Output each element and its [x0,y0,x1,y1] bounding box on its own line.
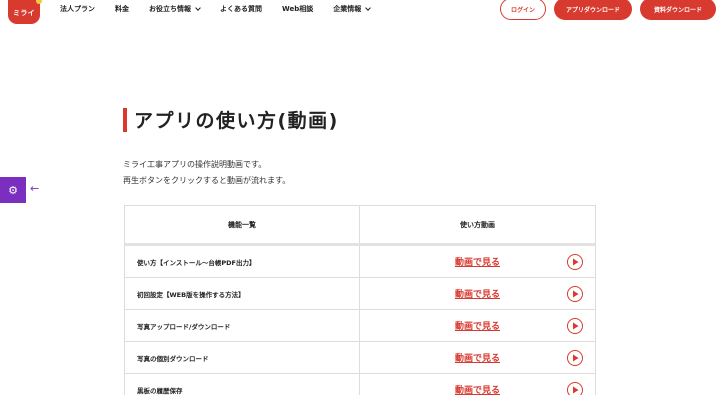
document-download-button[interactable]: 資料ダウンロード [640,0,716,20]
watch-video-link[interactable]: 動画で見る [455,319,500,332]
watch-video-link[interactable]: 動画で見る [455,383,500,395]
video-cell: 動画で見る [360,246,595,277]
gear-icon: ⚙ [8,183,18,197]
page-description: ミライ工事アプリの操作説明動画です。 再生ボタンをクリックすると動画が流れます。 [123,157,290,189]
description-line: 再生ボタンをクリックすると動画が流れます。 [123,176,291,185]
nav-item-pricing[interactable]: 料金 [115,4,129,14]
watch-video-link[interactable]: 動画で見る [455,255,500,268]
feature-name: 写真アップロード/ダウンロード [125,310,360,341]
video-table: 機能一覧 使い方動画 使い方【インストール～台帳PDF出力】 動画で見る 初回設… [124,205,596,395]
column-header-features: 機能一覧 [125,206,360,243]
column-header-videos: 使い方動画 [460,220,495,229]
play-icon[interactable] [567,254,583,270]
site-header: ミライ 法人プラン 料金 お役立ち情報 よくある質問 Web相談 企業情報 ログ… [0,0,720,24]
feature-name: 初回設定【WEB版を操作する方法】 [125,278,360,309]
video-cell: 動画で見る [360,310,595,341]
logo-accent-dot [36,0,42,4]
nav-item-company-info[interactable]: 企業情報 [333,4,372,14]
page-title: アプリの使い方(動画) [134,110,339,132]
watch-video-link[interactable]: 動画で見る [455,351,500,364]
video-cell: 動画で見る [360,374,595,395]
nav-item-faq[interactable]: よくある質問 [220,4,262,14]
feature-name: 黒板の履歴保存 [125,374,360,395]
table-row: 初回設定【WEB版を操作する方法】 動画で見る [125,278,595,310]
play-icon[interactable] [567,382,583,395]
chevron-down-icon [365,4,372,11]
play-icon[interactable] [567,350,583,366]
play-icon[interactable] [567,286,583,302]
video-cell: 動画で見る [360,278,595,309]
main-nav: 法人プラン 料金 お役立ち情報 よくある質問 Web相談 企業情報 [60,4,390,14]
video-cell: 動画で見る [360,342,595,373]
nav-item-corporate-plan[interactable]: 法人プラン [60,4,95,14]
arrow-left-icon[interactable]: ← [30,182,39,195]
logo[interactable]: ミライ [8,0,42,24]
table-row: 黒板の履歴保存 動画で見る [125,374,595,395]
login-button[interactable]: ログイン [500,0,546,20]
description-line: ミライ工事アプリの操作説明動画です。 [123,160,267,169]
chevron-down-icon [195,4,201,11]
table-row: 写真の個別ダウンロード 動画で見る [125,342,595,374]
feature-name: 写真の個別ダウンロード [125,342,360,373]
table-row: 使い方【インストール～台帳PDF出力】 動画で見る [125,246,595,278]
feature-name: 使い方【インストール～台帳PDF出力】 [125,246,360,277]
play-icon[interactable] [567,318,583,334]
title-accent-bar [123,108,127,132]
watch-video-link[interactable]: 動画で見る [455,287,500,300]
table-header: 機能一覧 使い方動画 [125,206,595,246]
nav-item-useful-info[interactable]: お役立ち情報 [149,4,201,14]
accessibility-settings-button[interactable]: ⚙ [0,177,26,203]
logo-text: ミライ [13,9,35,17]
table-row: 写真アップロード/ダウンロード 動画で見る [125,310,595,342]
nav-item-web-consult[interactable]: Web相談 [282,4,313,14]
app-download-button[interactable]: アプリダウンロード [554,0,632,20]
